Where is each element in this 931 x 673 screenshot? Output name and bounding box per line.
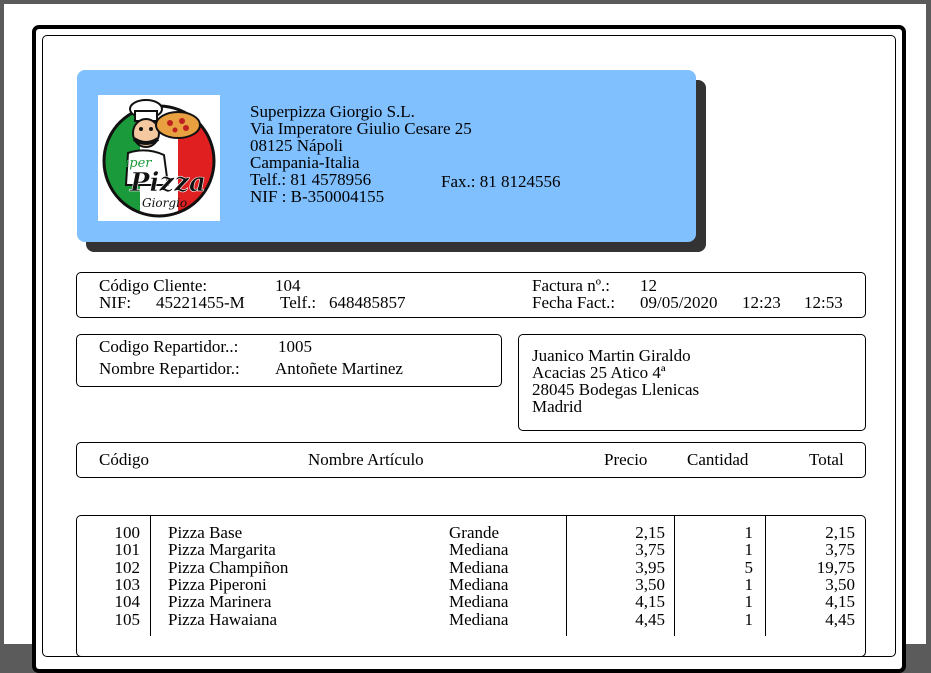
delivery-code-label: Codigo Repartidor..: bbox=[99, 337, 239, 356]
item-price: 3,50 bbox=[635, 574, 665, 594]
shipping-line-1: Juanico Martin Giraldo bbox=[532, 346, 691, 365]
company-phone: Telf.: 81 4578956 bbox=[250, 170, 372, 189]
item-quantity: 1 bbox=[744, 540, 754, 560]
column-header-total: Total bbox=[809, 450, 844, 469]
item-quantity: 1 bbox=[744, 592, 754, 612]
item-code: 101 bbox=[114, 540, 141, 560]
client-nif-label: NIF: bbox=[99, 293, 132, 312]
table-row: 105 Pizza Hawaiana Mediana 4,45 1 4,45 bbox=[0, 611, 931, 628]
item-name: Pizza Marinera bbox=[168, 592, 272, 612]
invoice-number-label: Factura nº.: bbox=[532, 276, 610, 295]
item-price: 4,45 bbox=[635, 609, 665, 629]
item-price: 3,75 bbox=[635, 540, 665, 560]
client-code-label: Código Cliente: bbox=[99, 276, 208, 295]
item-name: Pizza Champiñon bbox=[168, 557, 289, 577]
client-phone-value: 648485857 bbox=[329, 293, 406, 312]
svg-text:Giorgio: Giorgio bbox=[142, 196, 187, 210]
table-row: 103 Pizza Piperoni Mediana 3,50 1 3,50 bbox=[0, 576, 931, 593]
company-info: Superpizza Giorgio S.L. Via Imperatore G… bbox=[250, 103, 472, 205]
item-name: Pizza Piperoni bbox=[168, 574, 267, 594]
item-total: 4,45 bbox=[825, 609, 855, 629]
item-total: 3,75 bbox=[825, 540, 855, 560]
invoice-time-end: 12:53 bbox=[804, 293, 843, 312]
company-postal: 08125 Nápoli bbox=[250, 136, 344, 155]
item-quantity: 1 bbox=[744, 609, 754, 629]
item-price: 2,15 bbox=[635, 523, 665, 542]
table-row: 101 Pizza Margarita Mediana 3,75 1 3,75 bbox=[0, 541, 931, 558]
item-size: Mediana bbox=[449, 574, 509, 594]
table-row: 100 Pizza Base Grande 2,15 1 2,15 bbox=[0, 524, 931, 541]
company-nif: NIF : B-350004155 bbox=[250, 187, 385, 206]
client-nif-value: 45221455-M bbox=[156, 293, 245, 312]
item-name: Pizza Base bbox=[168, 523, 243, 542]
invoice-number-value: 12 bbox=[640, 276, 657, 295]
delivery-name-value: Antoñete Martinez bbox=[275, 359, 403, 378]
client-phone-label: Telf.: bbox=[280, 293, 317, 312]
item-name: Pizza Hawaiana bbox=[168, 609, 278, 629]
table-row: 102 Pizza Champiñon Mediana 3,95 5 19,75 bbox=[0, 559, 931, 576]
item-quantity: 5 bbox=[744, 557, 754, 577]
item-price: 3,95 bbox=[635, 557, 665, 577]
item-total: 4,15 bbox=[825, 592, 855, 612]
item-size: Grande bbox=[449, 523, 500, 542]
item-code: 105 bbox=[114, 609, 141, 629]
table-row: 104 Pizza Marinera Mediana 4,15 1 4,15 bbox=[0, 593, 931, 610]
company-name: Superpizza Giorgio S.L. bbox=[250, 102, 415, 121]
item-code: 102 bbox=[114, 557, 141, 577]
column-header-code: Código bbox=[99, 450, 150, 469]
item-total: 2,15 bbox=[825, 523, 855, 542]
invoice-time-start: 12:23 bbox=[742, 293, 781, 312]
shipping-line-2: Acacias 25 Atico 4ª bbox=[532, 363, 666, 382]
column-header-price: Precio bbox=[604, 450, 648, 469]
company-address: Via Imperatore Giulio Cesare 25 bbox=[250, 119, 472, 138]
item-quantity: 1 bbox=[744, 574, 754, 594]
item-code: 104 bbox=[114, 592, 141, 612]
delivery-code-value: 1005 bbox=[278, 337, 312, 356]
delivery-name-label: Nombre Repartidor.: bbox=[99, 359, 240, 378]
item-price: 4,15 bbox=[635, 592, 665, 612]
item-size: Mediana bbox=[449, 609, 509, 629]
item-name: Pizza Margarita bbox=[168, 540, 276, 560]
item-code: 100 bbox=[114, 523, 141, 542]
item-total: 19,75 bbox=[816, 557, 855, 577]
company-fax: Fax.: 81 8124556 bbox=[441, 172, 561, 191]
column-header-name: Nombre Artículo bbox=[308, 450, 424, 469]
shipping-line-4: Madrid bbox=[532, 397, 583, 416]
company-region: Campania-Italia bbox=[250, 153, 360, 172]
item-size: Mediana bbox=[449, 592, 509, 612]
item-quantity: 1 bbox=[744, 523, 754, 542]
column-header-quantity: Cantidad bbox=[687, 450, 749, 469]
item-size: Mediana bbox=[449, 540, 509, 560]
pizza-logo-icon: Super Pizza Giorgio bbox=[102, 99, 216, 218]
shipping-line-3: 28045 Bodegas Llenicas bbox=[532, 380, 700, 399]
item-code: 103 bbox=[114, 574, 141, 594]
invoice-date-value: 09/05/2020 bbox=[640, 293, 718, 312]
svg-text:Pizza: Pizza bbox=[129, 168, 206, 198]
item-total: 3,50 bbox=[825, 574, 855, 594]
invoice-date-label: Fecha Fact.: bbox=[532, 293, 616, 312]
item-size: Mediana bbox=[449, 557, 509, 577]
company-logo: Super Pizza Giorgio bbox=[98, 95, 220, 221]
client-code-value: 104 bbox=[275, 276, 301, 295]
